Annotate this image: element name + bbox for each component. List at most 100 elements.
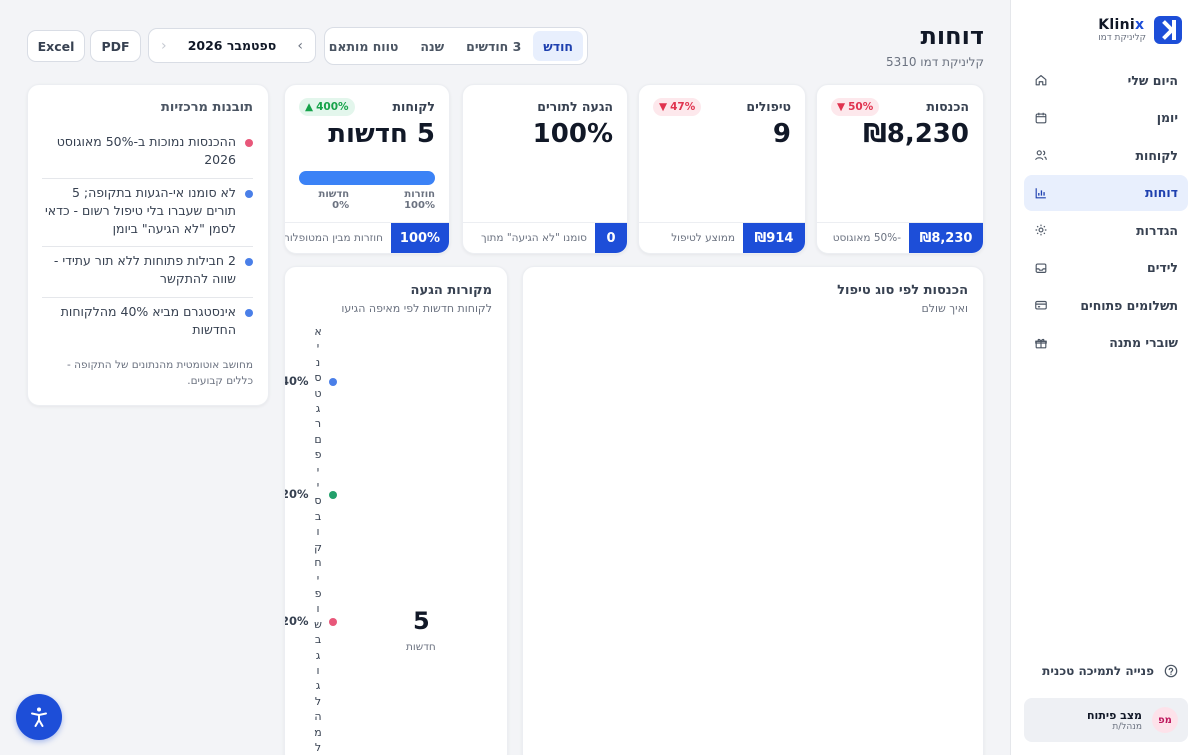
sources-label-glyph: ו [316, 602, 320, 616]
insight-item: ההכנסות נמוכות ב-50% מאוגוסט 2026 [42, 133, 253, 169]
sources-label-glyph: ה [314, 710, 322, 724]
sources-label-glyph: פ [314, 586, 322, 600]
sidebar-item[interactable]: דוחות [1024, 174, 1188, 211]
progress-new-label: חדשות 0% [318, 189, 350, 211]
kpi-revenue-card[interactable]: הכנסות ▼ 50% ₪8,230 ₪8,230 -50% מאוגוסט [816, 84, 984, 254]
range-tab[interactable]: 3 חודשים [456, 31, 531, 61]
sources-label-glyph: ם [314, 432, 322, 446]
source-pct-word-of-mouth: 20% [285, 614, 309, 628]
kpi-clients-card[interactable]: לקוחות ▲ 400% 5 חדשות חוזרות 100% חדשות 0… [284, 84, 450, 254]
insight-item: לא סומנו אי-הגעות בתקופה; 5 תורים שעברו … [42, 184, 253, 238]
sources-label-glyph: א [314, 325, 322, 338]
users-icon [1035, 150, 1047, 160]
sources-label-glyph: נ [315, 355, 321, 369]
chevron-right-icon[interactable]: › [297, 38, 303, 54]
sources-label-glyph: ג [315, 679, 321, 693]
sidebar-item[interactable]: הגדרות [1024, 212, 1188, 248]
sources-total: 5 [413, 607, 430, 635]
user-menu[interactable]: מפ מצב פיתוח מנהל/ת [1024, 698, 1188, 742]
sources-label-glyph: ל [314, 694, 322, 708]
avatar: מפ [1152, 707, 1178, 733]
kpi-revenue-badge: ▼ 50% [831, 98, 880, 116]
page-title: דוחות [920, 22, 984, 50]
divider [42, 246, 253, 247]
insight-text: לא סומנו אי-הגעות בתקופה; 5 תורים שעברו … [44, 185, 236, 236]
kpi-clients-foot-text: חוזרות מבין המטופלות [285, 232, 383, 244]
range-tabs: חודש 3 חודשים שנה טווח מותאם [324, 27, 588, 65]
kpi-clients-badge: ▲ 400% [299, 98, 355, 116]
insight-text: 2 חבילות פתוחות ללא תור עתידי - שווה להת… [53, 253, 236, 286]
sidebar-item-label: דוחות [1144, 185, 1178, 200]
revenue-by-type-panel: הכנסות לפי סוג טיפול ואיך שולם [522, 266, 984, 755]
gear-icon [1035, 224, 1047, 236]
insight-dot [245, 309, 253, 317]
sources-label-glyph: ט [314, 386, 322, 400]
kpi-revenue-footer: ₪8,230 -50% מאוגוסט [817, 222, 983, 253]
support-label: פנייה לתמיכה טכנית [1042, 664, 1154, 678]
period-navigator: › ספטמבר 2026 ‹ [148, 28, 316, 63]
source-dot-facebook [329, 491, 337, 499]
sources-label-glyph: מ [314, 725, 322, 739]
sources-label-glyph: ס [314, 494, 322, 508]
page-subtitle: קליניקת דמו 5310 [885, 55, 984, 69]
sidebar-item-label: הגדרות [1136, 222, 1178, 238]
sources-label-glyph: ג [315, 648, 321, 662]
kpi-treatments-card[interactable]: טיפולים ▼ 47% 9 ₪914 ממוצע לטיפול [638, 84, 806, 254]
source-pct-facebook: 20% [285, 487, 309, 501]
trend-up-icon: ▲ [305, 101, 314, 113]
kpi-clients-label: לקוחות [392, 99, 435, 114]
kpi-clients-value: 5 חדשות [328, 119, 435, 149]
range-tab[interactable]: שנה [410, 31, 454, 61]
sidebar-item[interactable]: יומן [1024, 100, 1188, 136]
sidebar-item[interactable]: לקוחות [1024, 137, 1188, 173]
insight-text: ההכנסות נמוכות ב-50% מאוגוסט 2026 [56, 134, 236, 167]
progress-labels: חוזרות 100% חדשות 0% [299, 189, 435, 211]
sidebar-item-label: לקוחות [1135, 147, 1178, 163]
range-tab[interactable]: חודש [533, 31, 583, 61]
sidebar-item-label: לידים [1147, 260, 1178, 275]
sources-panel: מקורות הגעה לקוחות חדשות לפי מאיפה הגיעו… [284, 266, 508, 755]
calendar-icon [1035, 112, 1047, 123]
insights-card: תובנות מרכזיות ההכנסות נמוכות ב-50% מאוג… [27, 84, 269, 406]
accessibility-button[interactable] [16, 694, 62, 740]
brand-name-main: Klini [1098, 17, 1135, 33]
sidebar-item[interactable]: היום שלי [1024, 62, 1188, 98]
trend-down-icon: ▼ [837, 101, 846, 113]
revenue-by-type-subtitle: ואיך שולם [921, 302, 968, 315]
export-excel-button[interactable]: Excel [27, 30, 85, 62]
sources-label-column: אינסטגרםפייסבוקחיפושבגוגלהמלצ [312, 324, 324, 755]
kpi-arrival-card[interactable]: הגעה לתורים 100% 0 סומנו "לא הגיעה" מתוך [462, 84, 628, 254]
divider [42, 178, 253, 179]
chevron-left-icon[interactable]: ‹ [161, 38, 167, 54]
range-tab[interactable]: טווח מותאם [319, 31, 409, 61]
sidebar-item[interactable]: לידים [1024, 250, 1188, 286]
brand-text: Klinix קליניקת דמו [1098, 17, 1146, 43]
sources-label-glyph: י [316, 340, 320, 354]
kpi-treatments-label: טיפולים [746, 99, 791, 114]
sources-label-glyph: י [316, 463, 320, 477]
sources-label-glyph: פ [314, 448, 322, 462]
kpi-arrival-foot-text: סומנו "לא הגיעה" מתוך [480, 232, 587, 244]
sources-total-label: חדשות [406, 641, 436, 653]
sidebar-item[interactable]: שוברי מתנה [1024, 325, 1188, 361]
gift-icon [1035, 338, 1047, 348]
returning-clients-progress-fill [299, 171, 435, 185]
sources-label-glyph: ר [314, 417, 322, 431]
accessibility-icon [31, 707, 47, 727]
insight-dot [245, 190, 253, 198]
home-icon [1035, 75, 1047, 86]
kpi-treatments-badge-value: 47% [670, 101, 696, 113]
help-circle-icon [1164, 664, 1178, 678]
insight-item: 2 חבילות פתוחות ללא תור עתידי - שווה להת… [42, 252, 253, 288]
brand[interactable]: Klinix קליניקת דמו [1098, 16, 1182, 44]
sidebar-item[interactable]: תשלומים פתוחים [1024, 287, 1188, 323]
user-info: מצב פיתוח מנהל/ת [1087, 709, 1142, 732]
export-pdf-button[interactable]: PDF [90, 30, 141, 62]
insights-note: מחושב אוטומטית מהנתונים של התקופה - כללי… [67, 359, 253, 387]
support-link[interactable]: פנייה לתמיכה טכנית [1024, 656, 1188, 686]
sources-label-glyph: ח [314, 556, 322, 570]
main-nav: היום שלי יומן לקוחות דוחות הגדרות לידים תשלומי… [1024, 62, 1188, 362]
insight-dot [245, 258, 253, 266]
kpi-treatments-foot-text: ממוצע לטיפול [671, 232, 735, 244]
source-pct-instagram: 40% [285, 374, 309, 388]
